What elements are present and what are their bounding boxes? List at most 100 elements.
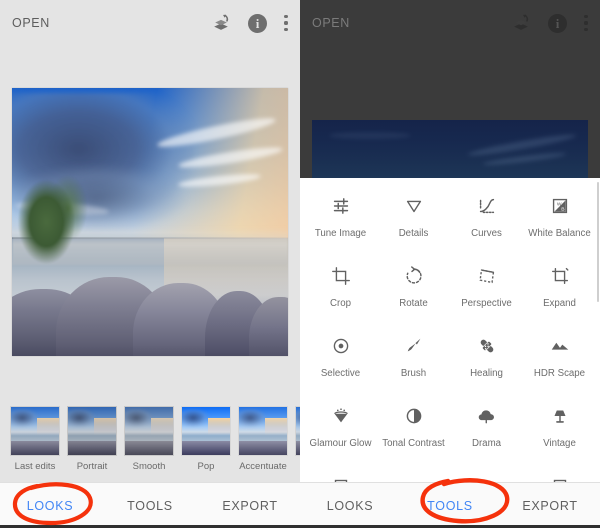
tool-label: Brush [400,368,427,379]
glamour-diamond-icon [330,403,352,429]
selective-target-icon [330,333,352,359]
svg-text:W: W [556,201,561,207]
info-glyph: i [248,13,267,33]
right-top-bar: OPEN i [300,0,600,46]
brush-icon [403,333,425,359]
expand-icon [549,263,571,289]
tool-label: White Balance [528,228,591,239]
dimmed-photo-area [300,46,600,178]
look-thumbnail[interactable] [124,406,174,456]
lamp-icon [549,403,571,429]
look-item-portrait[interactable]: Portrait [67,406,117,472]
crop-icon [330,263,352,289]
sliders-icon [330,193,352,219]
tool-label: Selective [320,368,361,379]
look-label: Last edits [14,461,56,472]
look-label: Pop [197,461,215,472]
tool-curves[interactable]: Curves [450,184,523,254]
look-item-smooth[interactable]: Smooth [124,406,174,472]
looks-thumbnail-strip[interactable]: Last edits Portrait Smooth Pop Accentuat… [0,400,300,482]
healing-bandage-icon [476,333,498,359]
half-circle-icon [403,403,425,429]
tool-label: Healing [470,368,503,379]
tool-perspective[interactable]: Perspective [450,254,523,324]
tool-label: Glamour Glow [309,438,372,449]
right-panel-tools-view: OPEN i Tune Image Details Curves W B Whi… [300,0,600,528]
look-thumbnail[interactable] [67,406,117,456]
photo-canvas-area[interactable] [0,46,300,398]
tool-expand[interactable]: Expand [523,254,596,324]
look-thumbnail[interactable] [238,406,288,456]
tool-drama[interactable]: Drama [450,394,523,464]
photo-foreground-bush [17,163,90,276]
nav-tab-tools[interactable]: TOOLS [100,499,200,513]
triangle-down-icon [403,193,425,219]
nav-tab-looks[interactable]: LOOKS [300,499,400,513]
overflow-dots-glyph [584,15,588,31]
tools-grid: Tune Image Details Curves W B White Bala… [300,178,600,528]
layers-undo-glyph [514,14,529,30]
white-balance-icon: W B [549,193,571,219]
tool-rotate[interactable]: Rotate [377,254,450,324]
tool-tune-image[interactable]: Tune Image [304,184,377,254]
tool-details[interactable]: Details [377,184,450,254]
layers-undo-glyph [214,14,229,30]
look-item-last-edits[interactable]: Last edits [10,406,60,472]
nav-tab-export[interactable]: EXPORT [500,499,600,513]
look-label: Accentuate [239,461,287,472]
info-glyph: i [548,13,567,33]
tool-label: Crop [330,298,351,309]
cloud-icon [476,403,498,429]
overflow-menu-icon[interactable] [584,15,588,31]
tool-label: Vintage [543,438,576,449]
info-icon[interactable]: i [548,13,567,33]
tool-hdr-scape[interactable]: HDR Scape [523,324,596,394]
tool-label: Drama [471,438,502,449]
left-top-bar: OPEN i [0,0,300,46]
tool-label: Rotate [399,298,428,309]
edited-photo[interactable] [12,88,288,356]
nav-tab-looks[interactable]: LOOKS [0,499,100,513]
look-item-accentuate[interactable]: Accentuate [238,406,288,472]
rotate-icon [403,263,425,289]
overflow-dots-glyph [284,15,288,31]
look-label: Smooth [132,461,166,472]
snapseed-comparison-screenshot: OPEN i Last edits Portrait Smooth Pop Ac… [0,0,600,528]
tool-label: Tune Image [314,228,367,239]
tool-tonal-contrast[interactable]: Tonal Contrast [377,394,450,464]
tool-brush[interactable]: Brush [377,324,450,394]
tool-label: HDR Scape [533,368,586,379]
info-icon[interactable]: i [248,13,267,33]
tool-crop[interactable]: Crop [304,254,377,324]
layers-undo-icon[interactable] [511,13,531,33]
look-thumbnail[interactable] [181,406,231,456]
overflow-menu-icon[interactable] [284,15,288,31]
tool-label: Expand [543,298,576,309]
tool-selective[interactable]: Selective [304,324,377,394]
tools-scrollbar[interactable] [596,182,599,302]
tool-label: Tonal Contrast [382,438,445,449]
nav-tab-export[interactable]: EXPORT [200,499,300,513]
tool-label: Details [398,228,429,239]
look-label: Portrait [76,461,108,472]
look-item-pop[interactable]: Pop [181,406,231,472]
tool-vintage[interactable]: Vintage [523,394,596,464]
tool-label: Curves [471,228,502,239]
open-button-right[interactable]: OPEN [312,16,350,30]
tools-bottom-sheet: Tune Image Details Curves W B White Bala… [300,178,600,528]
mountains-icon [549,333,571,359]
left-bottom-nav[interactable]: LOOKS TOOLS EXPORT [0,482,300,528]
tool-healing[interactable]: Healing [450,324,523,394]
open-button-left[interactable]: OPEN [12,16,50,30]
nav-tab-tools[interactable]: TOOLS [400,499,500,513]
dimmed-photo [312,120,588,178]
tool-white-balance[interactable]: W B White Balance [523,184,596,254]
tool-glamour-glow[interactable]: Glamour Glow [304,394,377,464]
layers-undo-icon[interactable] [211,13,231,33]
look-thumbnail[interactable] [10,406,60,456]
left-panel-looks-view: OPEN i Last edits Portrait Smooth Pop Ac… [0,0,300,528]
curve-icon [476,193,498,219]
perspective-icon [476,263,498,289]
tool-label: Perspective [461,298,512,309]
right-bottom-nav[interactable]: LOOKS TOOLS EXPORT [300,482,600,528]
